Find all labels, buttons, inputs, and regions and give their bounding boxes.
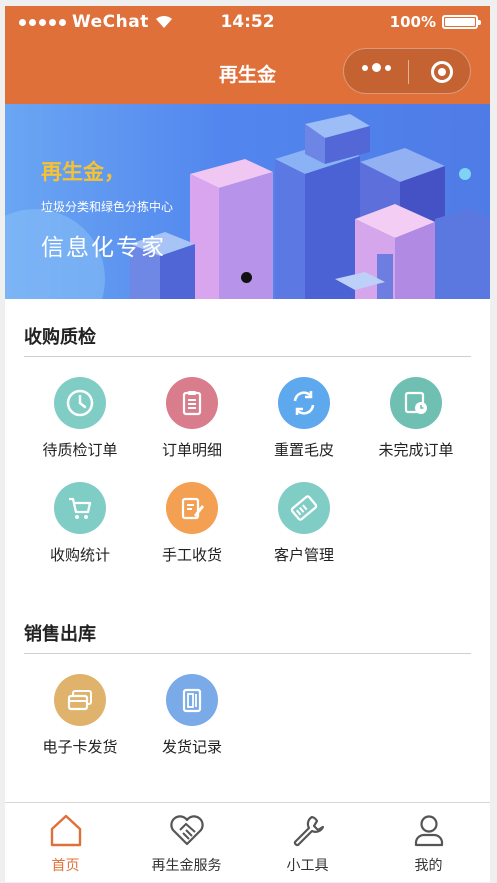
section-title-sales: 销售出库 (24, 624, 96, 645)
grid-item-label: 待质检订单 (42, 441, 118, 459)
grid-item-reset-tare[interactable]: 重置毛皮 (248, 377, 360, 477)
status-bar: WeChat 14:52 100% (5, 6, 490, 40)
tab-tools[interactable]: 小工具 (247, 803, 368, 882)
grid-item-manual-receipt[interactable]: 手工收货 (136, 482, 248, 582)
tab-label: 再生金服务 (151, 858, 222, 874)
banner-subtitle: 垃圾分类和绿色分拣中心 (41, 200, 174, 214)
card-icon (278, 482, 330, 534)
tab-home[interactable]: 首页 (5, 803, 126, 882)
grid-item-label: 未完成订单 (378, 441, 454, 459)
grid-item-incomplete-orders[interactable]: 未完成订单 (360, 377, 472, 477)
section-divider (24, 653, 471, 654)
section-title-purchase: 收购质检 (24, 327, 96, 348)
clipboard-icon (166, 377, 218, 429)
grid-item-customer-management[interactable]: 客户管理 (248, 482, 360, 582)
phone-screen: WeChat 14:52 100% 再生金 再生金， 垃圾分类和绿色分拣中心 信… (5, 6, 490, 882)
banner-headline: 再生金， (41, 160, 125, 184)
battery-group: 100% (389, 13, 481, 31)
grid-item-shipping-records[interactable]: 发货记录 (136, 674, 248, 774)
grid-item-purchase-stats[interactable]: 收购统计 (24, 482, 136, 582)
grid-item-label: 收购统计 (49, 546, 110, 564)
more-dots-icon[interactable] (362, 63, 391, 72)
clock-icon (54, 377, 106, 429)
tab-profile[interactable]: 我的 (368, 803, 489, 882)
grid-item-order-details[interactable]: 订单明细 (136, 377, 248, 477)
tab-label: 我的 (414, 858, 443, 874)
tab-service[interactable]: 再生金服务 (126, 803, 247, 882)
photo-clock-icon (390, 377, 442, 429)
banner-slogan: 信息化专家 (41, 235, 166, 261)
grid-item-label: 客户管理 (273, 546, 334, 564)
battery-icon (442, 15, 481, 29)
carousel-indicator[interactable] (241, 272, 252, 283)
miniprogram-capsule (343, 48, 471, 94)
grid-item-pending-inspection[interactable]: 待质检订单 (24, 377, 136, 477)
grid-item-label: 重置毛皮 (273, 441, 334, 459)
grid-item-label: 订单明细 (161, 441, 222, 459)
handshake-icon (170, 815, 204, 846)
tab-label: 小工具 (286, 858, 329, 874)
tab-label: 首页 (51, 858, 80, 874)
tab-bar: 首页 再生金服务 小工具 我的 (5, 802, 490, 882)
edit-icon (166, 482, 218, 534)
grid-item-label: 发货记录 (161, 738, 222, 756)
document-icon (166, 674, 218, 726)
wrench-icon (293, 815, 325, 847)
grid-item-ecard-shipping[interactable]: 电子卡发货 (24, 674, 136, 774)
grid-item-label: 电子卡发货 (42, 738, 118, 756)
cart-icon (54, 482, 106, 534)
capsule-divider (408, 60, 409, 84)
home-icon (50, 814, 82, 847)
grid-item-label: 手工收货 (161, 546, 222, 564)
refresh-icon (278, 377, 330, 429)
nav-bar: 再生金 (5, 40, 490, 104)
battery-percent: 100% (389, 13, 436, 31)
banner-carousel[interactable]: 再生金， 垃圾分类和绿色分拣中心 信息化专家 (5, 104, 490, 299)
user-icon (414, 815, 444, 847)
section-divider (24, 356, 471, 357)
target-icon[interactable] (431, 61, 453, 83)
cards-icon (54, 674, 106, 726)
